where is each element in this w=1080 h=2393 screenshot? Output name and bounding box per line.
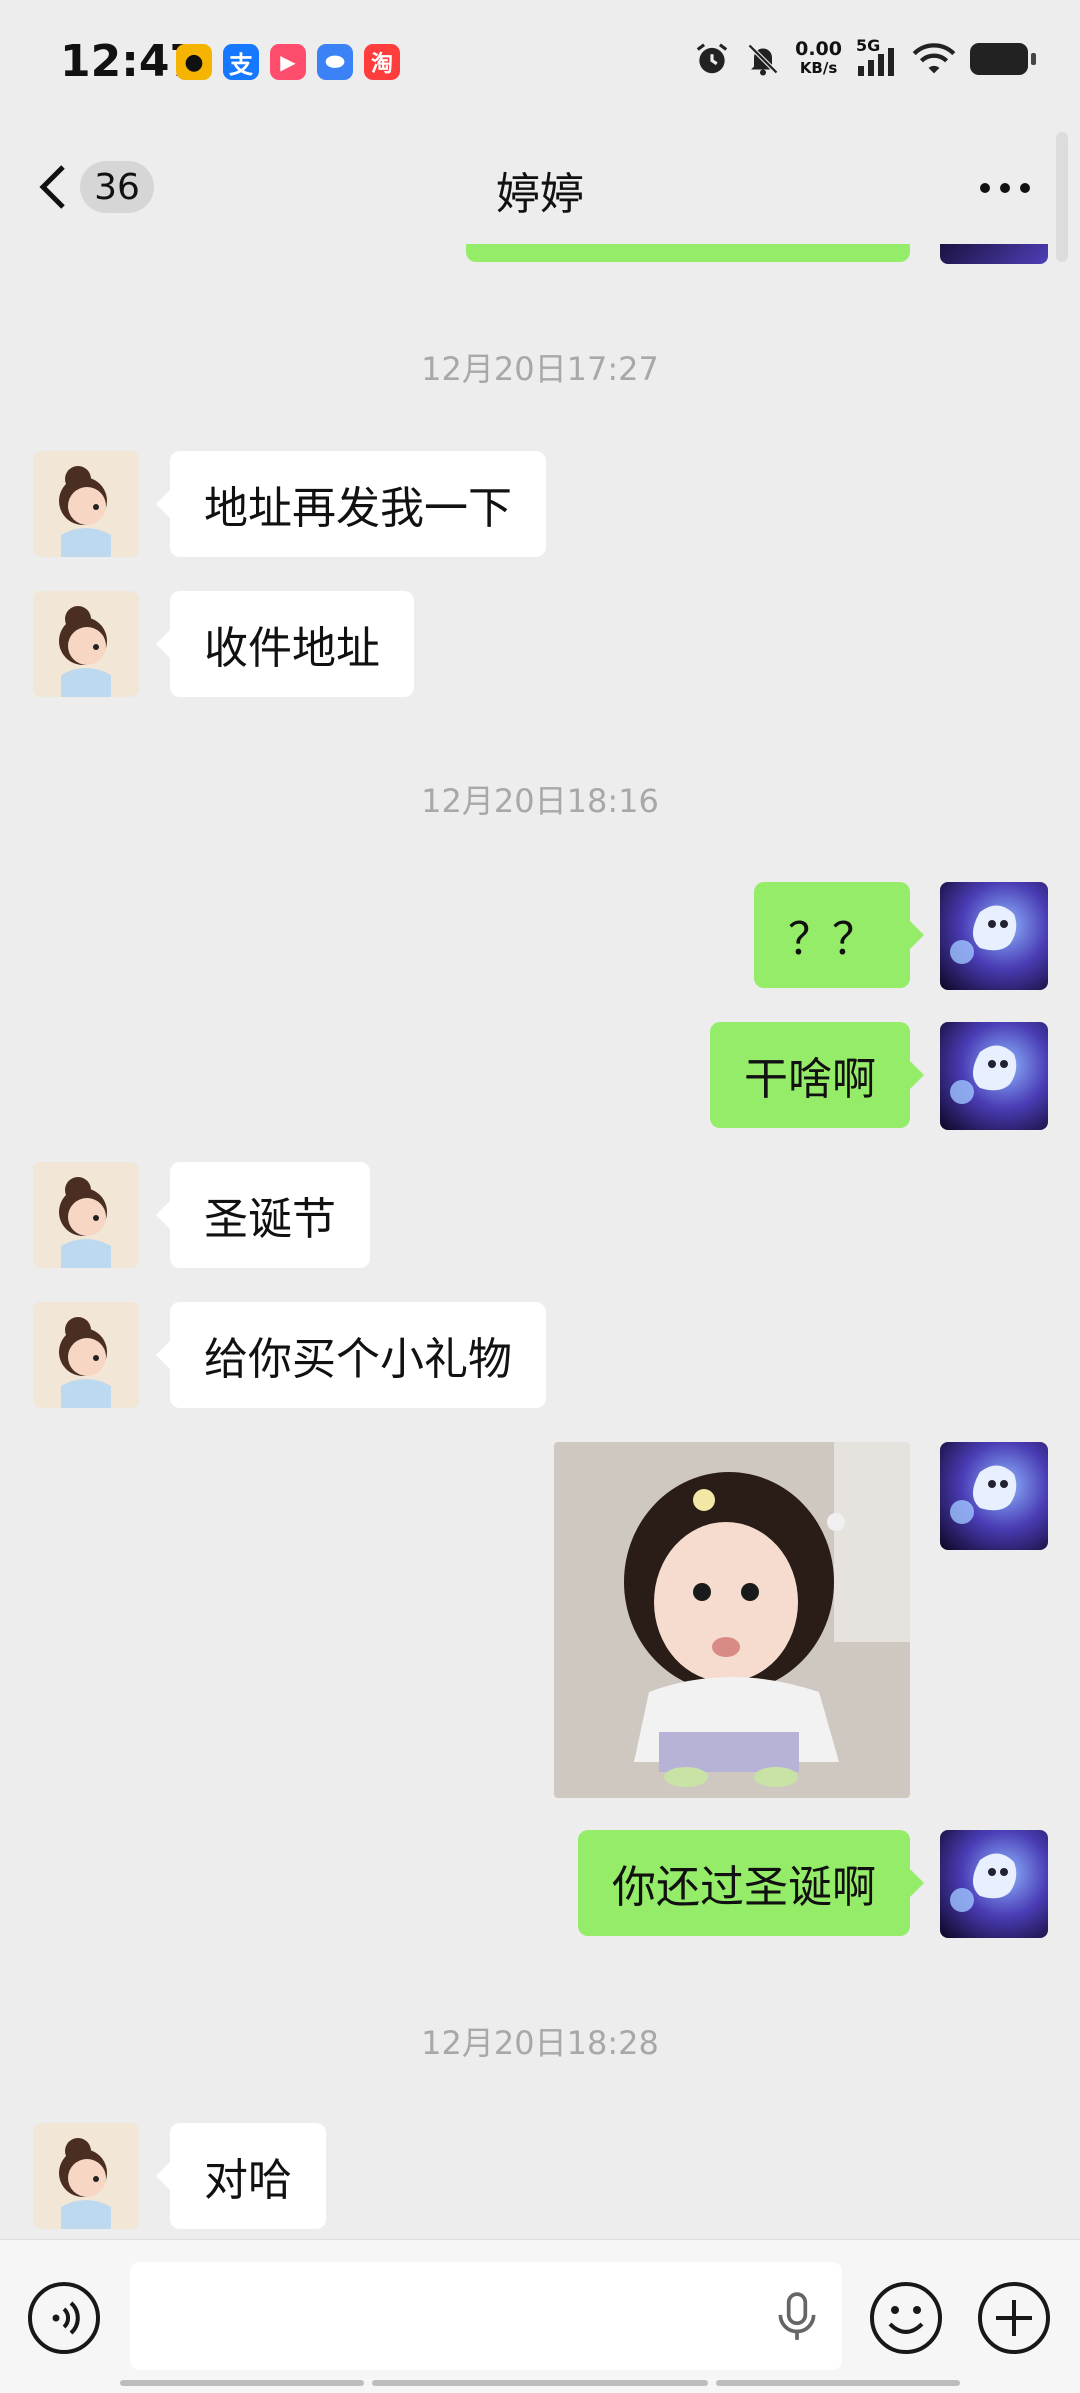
message-input[interactable]: [130, 2262, 842, 2370]
ghost-avatar-image: [940, 1830, 1048, 1938]
contact-avatar[interactable]: [33, 591, 139, 697]
image-message[interactable]: [554, 1442, 910, 1798]
my-avatar[interactable]: [940, 882, 1048, 990]
my-avatar[interactable]: [940, 1830, 1048, 1938]
contact-avatar[interactable]: [33, 1162, 139, 1268]
alarm-icon: [696, 43, 728, 74]
girl-avatar-image: [33, 591, 139, 697]
amap-icon: ●: [176, 44, 212, 80]
status-indicators: 0.00 KB/s 5G: [693, 36, 1036, 78]
wifi-icon: [912, 43, 956, 74]
child-photo: [554, 1442, 910, 1798]
microphone-icon[interactable]: [772, 2290, 822, 2344]
message-bubble-incoming[interactable]: 给你买个小礼物: [156, 1302, 546, 1408]
partial-my-avatar: [940, 244, 1048, 264]
more-functions-button[interactable]: [976, 2280, 1052, 2356]
message-bubble-incoming[interactable]: 对哈: [156, 2123, 326, 2229]
voice-mode-button[interactable]: [26, 2280, 102, 2356]
contact-avatar[interactable]: [33, 2123, 139, 2229]
nav-gesture-bar[interactable]: [120, 2380, 364, 2386]
ghost-avatar-image: [940, 1022, 1048, 1130]
input-bar: [0, 2239, 1080, 2393]
girl-avatar-image: [33, 1162, 139, 1268]
scrollbar[interactable]: [1056, 132, 1068, 262]
chat-messages[interactable]: 12月20日17:27 地址再发我一下 收件地址 12月20日18:16 ？？ …: [0, 244, 1080, 2239]
nav-gesture-bar[interactable]: [716, 2380, 960, 2386]
girl-avatar-image: [33, 2123, 139, 2229]
mute-bell-icon: [748, 43, 779, 76]
message-bubble-outgoing[interactable]: 你还过圣诞啊: [578, 1830, 924, 1936]
ghost-avatar-image: [940, 882, 1048, 990]
video-app-icon: ▶: [270, 44, 306, 80]
emoji-button[interactable]: [868, 2280, 944, 2356]
taobao-icon: 淘: [364, 44, 400, 80]
message-bubble-incoming[interactable]: 收件地址: [156, 591, 414, 697]
network-speed-value: 0.00: [795, 38, 842, 60]
chat-title: 婷婷: [496, 169, 584, 220]
message-bubble-incoming[interactable]: 地址再发我一下: [156, 451, 546, 557]
smiley-icon: [870, 2282, 942, 2354]
message-timestamp: 12月20日18:16: [421, 782, 659, 820]
my-avatar[interactable]: [940, 1442, 1048, 1550]
girl-avatar-image: [33, 1302, 139, 1408]
my-avatar[interactable]: [940, 1022, 1048, 1130]
more-dots-icon: [980, 183, 1030, 193]
message-bubble-incoming[interactable]: 圣诞节: [156, 1162, 370, 1268]
battery-icon: [970, 43, 1036, 75]
network-speed: 0.00 KB/s: [795, 40, 842, 78]
chat-header: 36 婷婷: [0, 130, 1080, 244]
message-bubble-outgoing[interactable]: ？？: [754, 882, 924, 988]
message-bubble-outgoing[interactable]: 干啥啊: [710, 1022, 924, 1128]
contact-avatar[interactable]: [33, 451, 139, 557]
girl-avatar-image: [33, 451, 139, 557]
network-speed-unit: KB/s: [799, 59, 838, 77]
contact-avatar[interactable]: [33, 1302, 139, 1408]
notification-app-icons: ● 支 ▶ ⬬ 淘: [176, 44, 400, 80]
alipay-icon: 支: [223, 44, 259, 80]
status-bar: 12:47 ● 支 ▶ ⬬ 淘 0.00 KB/s 5G: [0, 0, 1080, 130]
message-timestamp: 12月20日17:27: [421, 350, 659, 388]
nav-gesture-bar[interactable]: [372, 2380, 708, 2386]
browser-app-icon: ⬬: [317, 44, 353, 80]
partial-outgoing-bubble: [466, 244, 910, 262]
message-timestamp: 12月20日18:28: [421, 2024, 659, 2062]
signal-indicator: 5G: [856, 36, 898, 78]
ghost-avatar-image: [940, 1442, 1048, 1550]
voice-wave-icon: [28, 2282, 100, 2354]
signal-icon: [858, 48, 894, 76]
more-options-button[interactable]: [970, 158, 1040, 218]
plus-circle-icon: [978, 2282, 1050, 2354]
